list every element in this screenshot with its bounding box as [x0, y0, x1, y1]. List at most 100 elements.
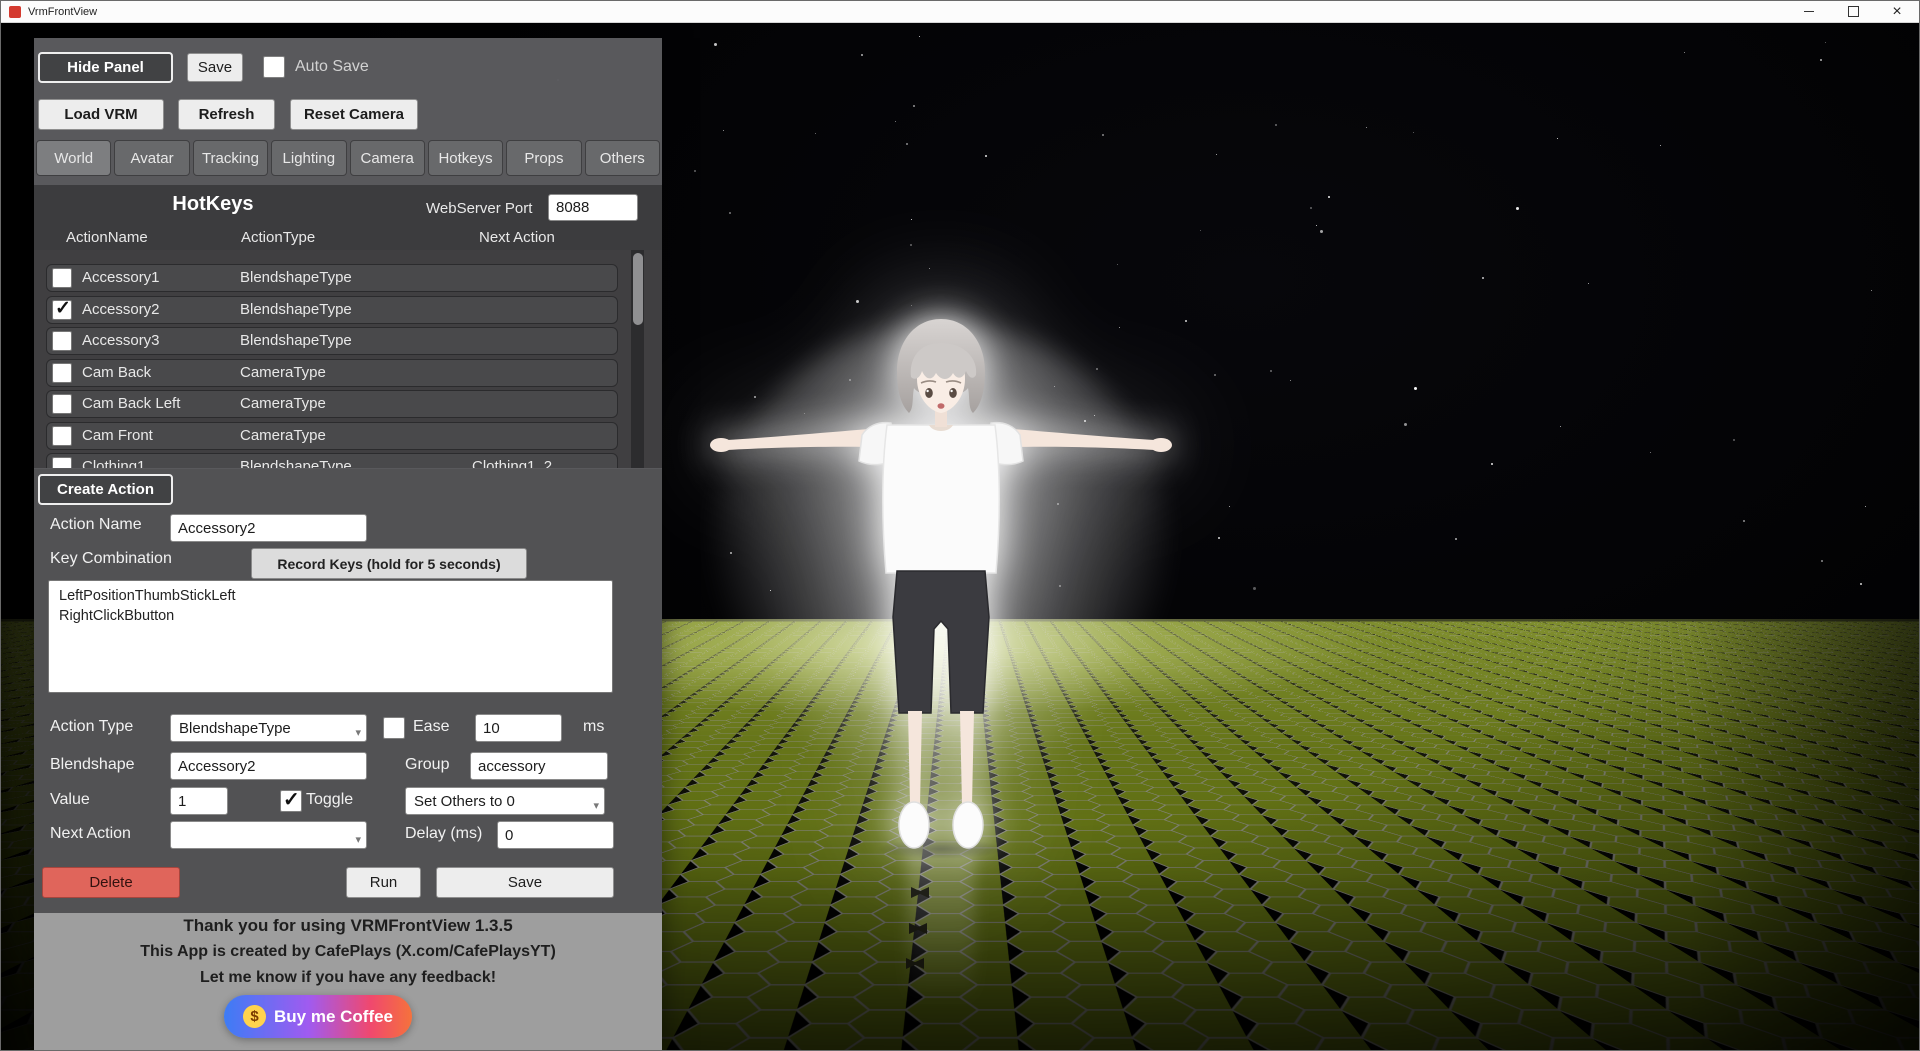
value-label: Value: [50, 791, 90, 809]
row-checkbox[interactable]: [52, 363, 72, 383]
app-icon: [9, 6, 21, 18]
value-input[interactable]: [170, 787, 228, 815]
record-keys-button[interactable]: Record Keys (hold for 5 seconds): [251, 548, 527, 579]
row-checkbox[interactable]: [52, 394, 72, 414]
tab-tracking[interactable]: Tracking: [193, 140, 268, 176]
row-action-type: CameraType: [240, 364, 326, 381]
star: [1414, 387, 1417, 390]
hotkeys-table: Accessory1 BlendshapeType Accessory2 Ble…: [34, 250, 662, 468]
star: [1650, 452, 1651, 453]
webserver-port-input[interactable]: [548, 194, 638, 221]
table-row[interactable]: Cam Back Left CameraType: [46, 390, 618, 418]
row-action-name: Accessory1: [82, 269, 160, 286]
star: [723, 130, 724, 131]
group-label: Group: [405, 756, 449, 774]
star: [1117, 264, 1118, 265]
refresh-button[interactable]: Refresh: [178, 99, 275, 130]
toggle-label: Toggle: [306, 791, 353, 809]
tab-props[interactable]: Props: [506, 140, 581, 176]
star: [1216, 154, 1217, 155]
action-type-select[interactable]: BlendshapeType: [170, 714, 367, 742]
footer-line-2: This App is created by CafePlays (X.com/…: [34, 943, 662, 961]
star: [815, 133, 816, 134]
hotkeys-title: HotKeys: [138, 193, 288, 216]
star: [856, 300, 859, 303]
tab-camera[interactable]: Camera: [350, 140, 425, 176]
blendshape-input[interactable]: [170, 752, 367, 780]
star: [1733, 439, 1735, 441]
tab-others[interactable]: Others: [585, 140, 660, 176]
row-action-name: Accessory3: [82, 332, 160, 349]
toggle-checkbox[interactable]: [280, 790, 302, 812]
star: [1455, 538, 1457, 540]
group-input[interactable]: [470, 752, 608, 780]
buy-coffee-button[interactable]: $ Buy me Coffee: [224, 995, 412, 1038]
save-action-button[interactable]: Save: [436, 867, 614, 898]
row-checkbox[interactable]: [52, 268, 72, 288]
run-button[interactable]: Run: [346, 867, 421, 898]
row-action-name: Clothing1: [82, 458, 145, 468]
next-action-select[interactable]: [170, 821, 367, 849]
action-name-input[interactable]: [170, 514, 367, 542]
star: [1557, 138, 1558, 139]
table-scrollbar[interactable]: [631, 250, 644, 468]
column-actionname: ActionName: [66, 229, 148, 246]
application-window: Hide Panel Save Auto Save Load VRM Refre…: [0, 0, 1920, 1051]
scrollbar-thumb[interactable]: [633, 253, 643, 325]
star: [714, 43, 717, 46]
star: [1588, 283, 1589, 284]
star: [985, 155, 987, 157]
ease-label: Ease: [413, 718, 449, 736]
key-combination-textarea[interactable]: LeftPositionThumbStickLeft RightClickBbu…: [48, 580, 613, 693]
tab-bar: WorldAvatarTrackingLightingCameraHotkeys…: [36, 140, 660, 176]
auto-save-checkbox[interactable]: [263, 56, 285, 78]
star: [1404, 423, 1407, 426]
star: [1825, 42, 1826, 43]
set-others-value: Set Others to 0: [414, 793, 515, 810]
row-action-name: Cam Back: [82, 364, 151, 381]
star: [895, 121, 896, 122]
tab-lighting[interactable]: Lighting: [271, 140, 346, 176]
column-actiontype: ActionType: [241, 229, 315, 246]
star: [1290, 380, 1291, 381]
table-row[interactable]: Cam Back CameraType: [46, 359, 618, 387]
load-vrm-button[interactable]: Load VRM: [38, 99, 164, 130]
row-checkbox[interactable]: [52, 300, 72, 320]
delete-button[interactable]: Delete: [42, 867, 180, 898]
delay-label: Delay (ms): [405, 825, 482, 843]
star: [1743, 520, 1745, 522]
row-action-type: BlendshapeType: [240, 332, 352, 349]
table-row[interactable]: Accessory1 BlendshapeType: [46, 264, 618, 292]
key-combination-label: Key Combination: [50, 550, 172, 568]
star: [1660, 145, 1661, 146]
delay-input[interactable]: [497, 821, 614, 849]
row-checkbox[interactable]: [52, 331, 72, 351]
reset-camera-button[interactable]: Reset Camera: [290, 99, 418, 130]
tab-world[interactable]: World: [36, 140, 111, 176]
row-checkbox[interactable]: [52, 457, 72, 468]
tab-avatar[interactable]: Avatar: [114, 140, 189, 176]
star: [1185, 320, 1187, 322]
star: [1310, 207, 1312, 209]
ease-ms-input[interactable]: [475, 714, 562, 742]
table-row[interactable]: Clothing1 BlendshapeType Clothing1_2: [46, 453, 618, 468]
chevron-down-icon: [593, 796, 599, 813]
star: [694, 170, 696, 172]
auto-save-label: Auto Save: [295, 58, 369, 76]
set-others-select[interactable]: Set Others to 0: [405, 787, 605, 815]
row-checkbox[interactable]: [52, 426, 72, 446]
ease-checkbox[interactable]: [383, 717, 405, 739]
table-row[interactable]: Accessory3 BlendshapeType: [46, 327, 618, 355]
save-settings-button[interactable]: Save: [187, 53, 243, 82]
window-title: VrmFrontView: [28, 6, 97, 18]
table-row[interactable]: Accessory2 BlendshapeType: [46, 296, 618, 324]
close-button[interactable]: [1875, 1, 1919, 22]
tab-hotkeys[interactable]: Hotkeys: [428, 140, 503, 176]
maximize-button[interactable]: [1831, 1, 1875, 22]
minimize-button[interactable]: [1787, 1, 1831, 22]
hide-panel-button[interactable]: Hide Panel: [38, 52, 173, 83]
row-action-type: CameraType: [240, 395, 326, 412]
create-action-button[interactable]: Create Action: [38, 474, 173, 505]
star: [1821, 560, 1823, 562]
table-row[interactable]: Cam Front CameraType: [46, 422, 618, 450]
